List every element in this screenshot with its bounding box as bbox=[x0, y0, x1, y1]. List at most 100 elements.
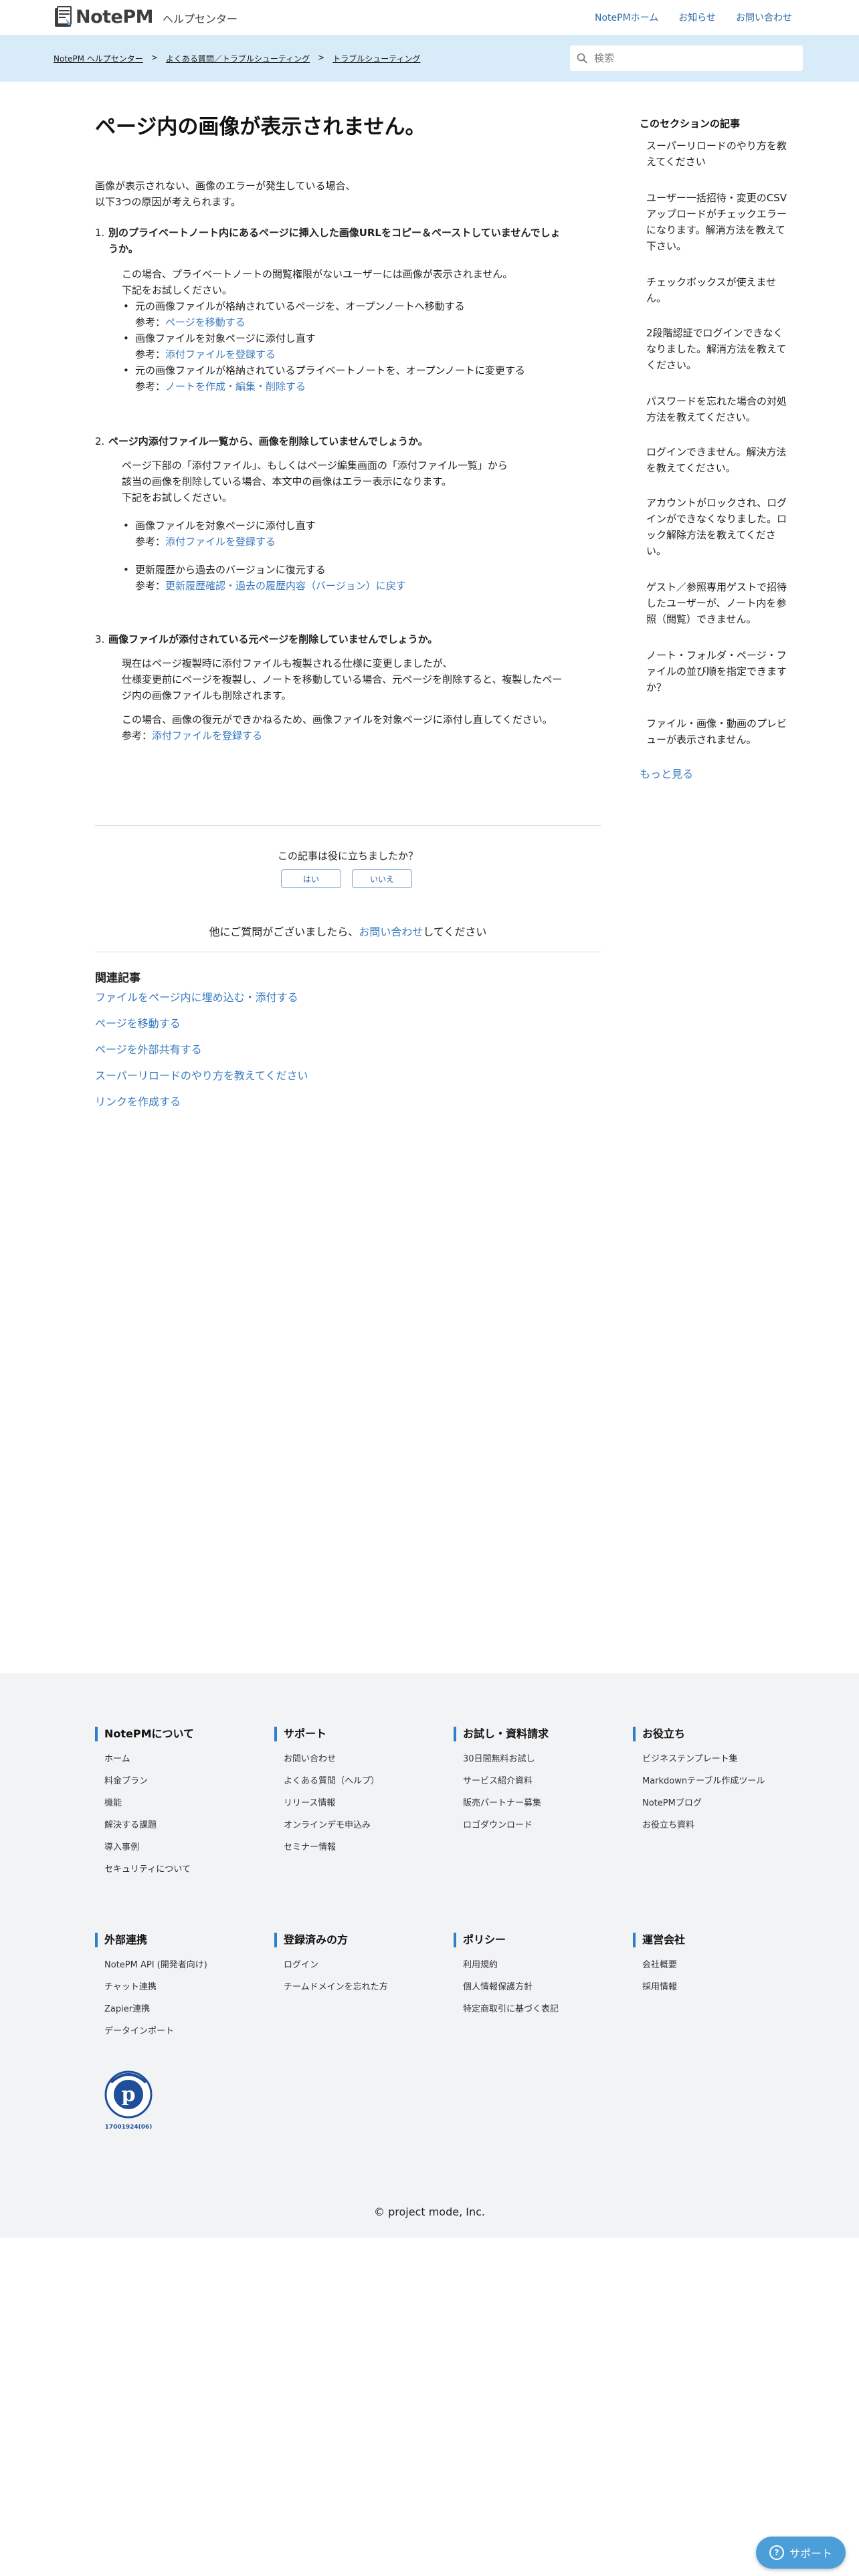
sidebar-article-line: したユーザーが、ノート内を参 bbox=[646, 597, 787, 609]
related-link[interactable]: ページを外部共有する bbox=[95, 1041, 202, 1057]
sidebar-article-line: 照（閲覧）できません。 bbox=[646, 613, 757, 625]
footer-link[interactable]: ホーム bbox=[104, 1748, 269, 1770]
footer-link[interactable]: ビジネステンプレート集 bbox=[642, 1748, 807, 1770]
footer-link[interactable]: セミナー情報 bbox=[284, 1836, 448, 1858]
sidebar-article[interactable]: ログインできません。解決方法 を教えてください。 bbox=[646, 444, 801, 476]
footer-link[interactable]: 会社概要 bbox=[642, 1954, 807, 1976]
breadcrumb-item-help-center[interactable]: NotePM ヘルプセンター bbox=[54, 53, 143, 64]
related-link[interactable]: ページを移動する bbox=[95, 1014, 181, 1031]
ref-link-note-edit[interactable]: ノートを作成・編集・削除する bbox=[165, 381, 306, 393]
privacy-mark-badge[interactable]: p 17001924(06) bbox=[102, 2068, 155, 2131]
footer-link[interactable]: お役立ち資料 bbox=[642, 1814, 807, 1836]
section-text: ジ内の画像ファイルも削除されます。 bbox=[122, 689, 292, 702]
bullet-item: 元の画像ファイルが格納されているプライベートノートを、オープンノートに変更する bbox=[123, 362, 603, 379]
ref-link-attach-file[interactable]: 添付ファイルを登録する bbox=[165, 348, 276, 360]
sidebar-article-line: パスワードを忘れた場合の対処 bbox=[646, 395, 787, 407]
bullet-item: 画像ファイルを対象ページに添付し直す bbox=[123, 330, 603, 346]
section-text: 下記をお試しください。 bbox=[122, 284, 233, 296]
sidebar-article[interactable]: ユーザー一括招待・変更のCSV アップロードがチェックエラー になります。解消方法を… bbox=[646, 190, 801, 254]
footer-link[interactable]: Zapier連携 bbox=[104, 1998, 269, 2020]
sidebar-more-link[interactable]: もっと見る bbox=[640, 765, 693, 781]
footer-link[interactable]: 機能 bbox=[104, 1792, 269, 1814]
footer-link[interactable]: よくある質問（ヘルプ） bbox=[284, 1770, 448, 1792]
notepm-logo[interactable]: NotePM ヘルプセンター bbox=[54, 5, 237, 28]
search-box[interactable] bbox=[570, 45, 803, 71]
section-heading: 3. 画像ファイルが添付されている元ページを削除していませんでしょうか。 bbox=[95, 631, 603, 647]
footer-link[interactable]: お問い合わせ bbox=[284, 1748, 448, 1770]
section-number: 2. bbox=[95, 435, 105, 447]
sidebar-article-line: ユーザー一括招待・変更のCSV bbox=[646, 192, 787, 204]
footer-link[interactable]: サービス紹介資料 bbox=[463, 1770, 628, 1792]
sidebar-article-line: アップロードがチェックエラー bbox=[646, 208, 787, 220]
privacy-mark-number: 17001924(06) bbox=[104, 2124, 153, 2131]
logo-subtitle: ヘルプセンター bbox=[163, 13, 238, 25]
sidebar-article[interactable]: 2段階認証でログインできなく なりました。解消方法を教えて ください。 bbox=[646, 325, 801, 373]
search-input[interactable] bbox=[593, 51, 789, 65]
ref-link-attach-file[interactable]: 添付ファイルを登録する bbox=[152, 730, 262, 742]
nav-contact[interactable]: お問い合わせ bbox=[736, 11, 792, 24]
footer-link[interactable]: 料金プラン bbox=[104, 1770, 269, 1792]
section-2: 2. ページ内添付ファイル一覧から、画像を削除していませんでしょうか。 ページ下… bbox=[95, 433, 603, 594]
sidebar-article[interactable]: ファイル・画像・動画のプレビ ューが表示されません。 bbox=[646, 716, 801, 748]
section-text: 該当の画像を削除している場合、本文中の画像はエラー表示になります。 bbox=[122, 475, 452, 488]
breadcrumb-item-faq[interactable]: よくある質問／トラブルシューティング bbox=[166, 53, 310, 64]
footer-link[interactable]: 30日間無料お試し bbox=[463, 1748, 628, 1770]
nav-news[interactable]: お知らせ bbox=[678, 11, 716, 24]
sidebar-article-line: アカウントがロックされ、ログ bbox=[646, 497, 787, 509]
section-3: 3. 画像ファイルが添付されている元ページを削除していませんでしょうか。 現在は… bbox=[95, 631, 603, 744]
footer-column-heading: 登録済みの方 bbox=[274, 1933, 448, 1947]
footer-column: お試し・資料請求 30日間無料お試し サービス紹介資料 販売パートナー募集 ロゴ… bbox=[454, 1727, 628, 1836]
sidebar-article-line: ん。 bbox=[646, 292, 667, 304]
related-link[interactable]: リンクを作成する bbox=[95, 1093, 181, 1109]
footer-link[interactable]: 解決する課題 bbox=[104, 1814, 269, 1836]
section-number: 1. bbox=[95, 227, 105, 239]
ref-link-move-page[interactable]: ページを移動する bbox=[165, 316, 246, 328]
contact-link[interactable]: お問い合わせ bbox=[359, 926, 423, 938]
footer-link[interactable]: データインポート bbox=[104, 2020, 269, 2042]
sidebar-article[interactable]: アカウントがロックされ、ログ インができなくなりました。ロ ック解除方法を教えてくだ… bbox=[646, 495, 801, 559]
footer-link[interactable]: チャット連携 bbox=[104, 1976, 269, 1998]
nav-notepm-home[interactable]: NotePMホーム bbox=[595, 11, 658, 24]
related-link[interactable]: スーパーリロードのやり方を教えてください bbox=[95, 1067, 308, 1083]
footer-link[interactable]: セキュリティについて bbox=[104, 1858, 269, 1881]
sidebar-article-line: チェックボックスが使えませ bbox=[646, 276, 777, 288]
footer-link[interactable]: 導入事例 bbox=[104, 1836, 269, 1858]
sidebar-article[interactable]: ゲスト／参照専用ゲストで招待 したユーザーが、ノート内を参 照（閲覧）できません。 bbox=[646, 579, 801, 627]
footer-column: NotePMについて ホーム 料金プラン 機能 解決する課題 導入事例 セキュリ… bbox=[95, 1727, 269, 1881]
footer-link[interactable]: NotePMブログ bbox=[642, 1792, 807, 1814]
section-1: 1. 別のプライベートノート内にあるページに挿入した画像URLをコピー＆ペースト… bbox=[95, 225, 603, 395]
footer-link[interactable]: 販売パートナー募集 bbox=[463, 1792, 628, 1814]
breadcrumb-separator: > bbox=[318, 53, 325, 62]
footer-link[interactable]: 採用情報 bbox=[642, 1976, 807, 1998]
ref-link-attach-file[interactable]: 添付ファイルを登録する bbox=[165, 536, 276, 548]
breadcrumb-item-troubleshooting[interactable]: トラブルシューティング bbox=[332, 53, 420, 64]
feedback-yes-button[interactable]: はい bbox=[281, 869, 341, 888]
sidebar-article[interactable]: チェックボックスが使えませ ん。 bbox=[646, 274, 801, 306]
footer-link[interactable]: 特定商取引に基づく表記 bbox=[463, 1998, 628, 2020]
sidebar-article[interactable]: パスワードを忘れた場合の対処 方法を教えてください。 bbox=[646, 393, 801, 425]
sidebar-article-line: ください。 bbox=[646, 359, 697, 371]
sidebar-article[interactable]: ノート・フォルダ・ページ・フ ァイルの並び順を指定できます か？ bbox=[646, 647, 801, 695]
footer-link[interactable]: ロゴダウンロード bbox=[463, 1814, 628, 1836]
ref-link-history[interactable]: 更新履歴確認・過去の履歴内容（バージョン）に戻す bbox=[165, 580, 406, 592]
section-text: 現在はページ複製時に添付ファイルも複製される仕様に変更しましたが、 bbox=[122, 657, 453, 669]
footer-link[interactable]: Markdownテーブル作成ツール bbox=[642, 1770, 807, 1792]
support-button[interactable]: ? サポート bbox=[756, 2537, 846, 2569]
bullet-item: 更新履歴から過去のバージョンに復元する bbox=[123, 562, 603, 578]
sidebar-article-line: なりました。解消方法を教えて bbox=[646, 343, 787, 355]
reference: 参考：ノートを作成・編集・削除する bbox=[135, 379, 603, 395]
footer-link[interactable]: チームドメインを忘れた方 bbox=[284, 1976, 448, 1998]
sidebar-article[interactable]: スーパーリロードのやり方を教 えてください bbox=[646, 138, 801, 170]
section-text: ページ下部の「添付ファイル」、もしくはページ編集画面の「添付ファイル一覧」から bbox=[122, 459, 508, 471]
footer-column-heading: お試し・資料請求 bbox=[454, 1727, 628, 1741]
footer-link[interactable]: 個人情報保護方針 bbox=[463, 1976, 628, 1998]
footer-column-heading: 運営会社 bbox=[633, 1933, 807, 1947]
footer-link[interactable]: 利用規約 bbox=[463, 1954, 628, 1976]
footer-link[interactable]: NotePM API (開発者向け) bbox=[104, 1954, 269, 1976]
footer-link[interactable]: リリース情報 bbox=[284, 1792, 448, 1814]
feedback-no-button[interactable]: いいえ bbox=[352, 869, 412, 888]
article-title: ページ内の画像が表示されません。 bbox=[95, 115, 426, 139]
related-link[interactable]: ファイルをページ内に埋め込む・添付する bbox=[95, 988, 298, 1004]
footer-link[interactable]: オンラインデモ申込み bbox=[284, 1814, 448, 1836]
footer-link[interactable]: ログイン bbox=[284, 1954, 448, 1976]
